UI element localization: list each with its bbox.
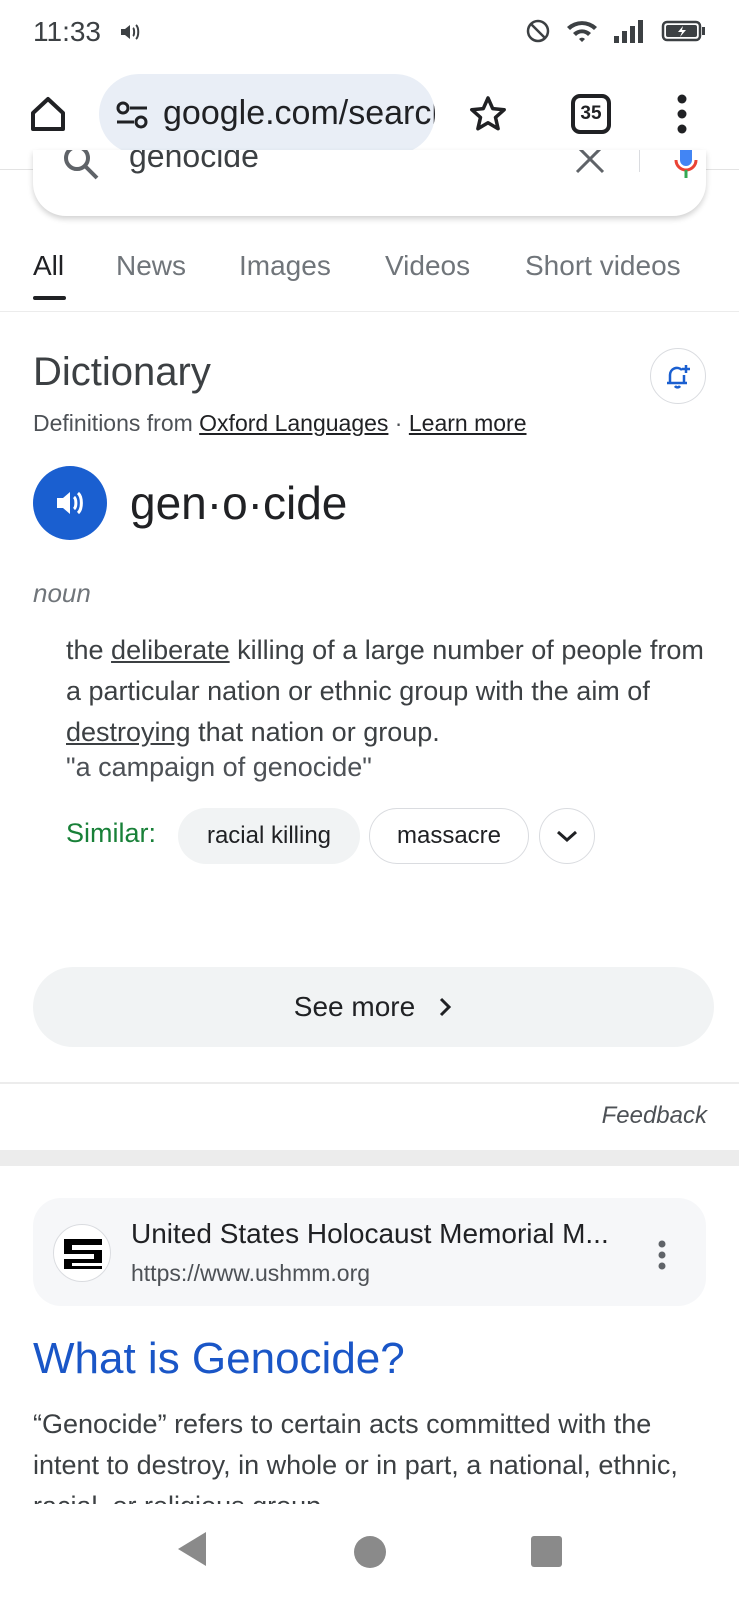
tab-switcher-button[interactable]: 35 [571,94,611,134]
system-nav-bar [0,1504,739,1600]
speaker-icon [57,491,83,515]
definition: the deliberate killing of a large number… [66,630,716,753]
part-of-speech: noun [33,578,91,608]
tab-all[interactable]: All [33,250,64,282]
result-snippet: “Genocide” refers to certain acts commit… [33,1409,678,1504]
tab-news[interactable]: News [116,250,186,282]
search-input[interactable]: genocide [129,150,259,175]
more-vert-icon[interactable] [657,1240,667,1275]
home-nav-icon[interactable] [354,1536,386,1568]
similar-chip-racial-killing[interactable]: racial killing [178,808,360,864]
see-more-label: See more [293,991,416,1022]
usage-example: "a campaign of genocide" [66,752,372,782]
expand-similar-button[interactable] [539,808,595,864]
definition-text: that nation or group. [190,717,440,747]
tab-short-videos[interactable]: Short videos [525,250,681,282]
search-icon [61,150,101,187]
site-name: United States Holocaust Memorial M... [131,1218,609,1249]
more-vert-icon[interactable] [676,94,688,139]
divider [0,1082,739,1084]
source-prefix: Definitions from [33,410,200,436]
similar-chip-massacre[interactable]: massacre [369,808,529,864]
url-bar[interactable]: google.com/search [99,74,435,154]
url-text: google.com/search [163,94,435,132]
source-separator: · [388,410,409,436]
home-icon[interactable] [28,94,68,134]
definition-link-destroying[interactable]: destroying [66,717,191,747]
oxford-languages-link[interactable]: Oxford Languages [199,410,388,436]
search-box[interactable]: genocide [33,150,706,216]
search-divider [639,150,640,172]
headword: gen·o·cide [130,477,348,529]
definition-link-deliberate[interactable]: deliberate [111,635,230,665]
dictionary-title: Dictionary [33,350,211,394]
section-divider [0,1150,739,1166]
tab-images[interactable]: Images [239,250,331,282]
close-icon[interactable] [573,150,607,181]
status-bar: 11:33 [0,0,739,66]
definition-text: the [66,635,112,665]
chevron-right-icon [440,997,452,1017]
sound-icon [118,20,142,49]
mic-icon[interactable] [673,150,699,187]
add-alert-button[interactable] [650,348,706,404]
similar-label: Similar: [66,818,157,848]
tab-videos[interactable]: Videos [385,250,470,282]
site-url: https://www.ushmm.org [131,1260,371,1286]
star-icon[interactable] [468,94,508,139]
battery-charging-icon [661,18,707,49]
result-title-link[interactable]: What is Genocide? [33,1334,405,1384]
ushmm-logo-icon [53,1224,111,1282]
chevron-down-icon [557,830,577,843]
dnd-icon [525,18,551,49]
result-source[interactable]: United States Holocaust Memorial M... ht… [33,1198,706,1306]
feedback-link[interactable]: Feedback [602,1102,707,1130]
tune-icon[interactable] [115,99,149,136]
recents-icon[interactable] [531,1536,562,1567]
pronounce-button[interactable] [33,466,107,540]
see-more-button[interactable]: See more [33,967,714,1047]
search-tabs: All News Images Videos Short videos [0,230,739,312]
status-time: 11:33 [33,16,101,47]
back-icon[interactable] [176,1530,208,1573]
active-tab-indicator [33,296,66,300]
learn-more-link[interactable]: Learn more [409,410,527,436]
dictionary-source: Definitions from Oxford Languages · Lear… [33,410,527,437]
wifi-icon [565,18,599,49]
signal-icon [613,18,647,49]
